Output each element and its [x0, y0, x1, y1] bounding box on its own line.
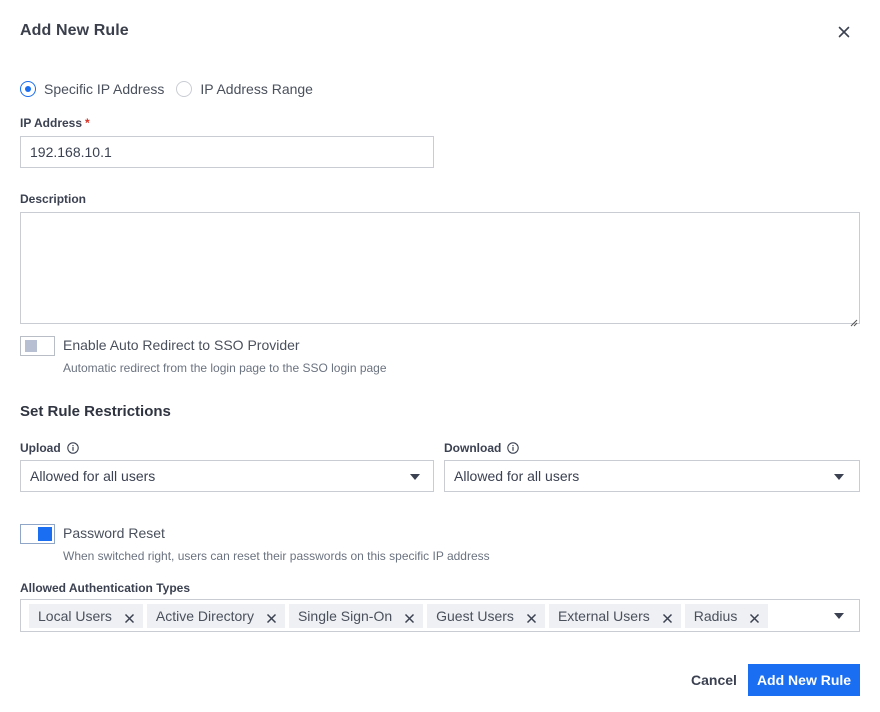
chip-guest-users: Guest Users [427, 604, 545, 628]
remove-chip-icon[interactable] [526, 611, 537, 623]
chip-label: Single Sign-On [297, 608, 393, 624]
remove-chip-icon[interactable] [124, 611, 135, 623]
chip-label: Active Directory [155, 608, 254, 624]
auth-types-label: Allowed Authentication Types [20, 581, 191, 595]
info-icon[interactable] [507, 442, 520, 454]
chevron-down-icon [410, 474, 420, 480]
chip-label: Radius [693, 608, 738, 624]
upload-select[interactable]: Allowed for all users [20, 460, 434, 492]
auto-redirect-label: Enable Auto Redirect to SSO Provider [63, 337, 300, 353]
ip-mode-radio-group: Specific IP Address IP Address Range [20, 80, 325, 98]
password-reset-label: Password Reset [63, 525, 165, 541]
description-textarea[interactable] [20, 212, 860, 324]
info-icon[interactable] [66, 442, 79, 454]
restrictions-title: Set Rule Restrictions [20, 403, 171, 420]
chip-local-users: Local Users [29, 604, 143, 628]
upload-label: Upload [20, 441, 79, 455]
download-label-text: Download [444, 441, 502, 455]
download-label: Download [444, 441, 520, 455]
remove-chip-icon[interactable] [749, 611, 760, 623]
auth-types-multiselect[interactable]: Local Users Active Directory Single Sign… [20, 599, 860, 632]
upload-select-value: Allowed for all users [30, 468, 156, 484]
cancel-button[interactable]: Cancel [684, 664, 744, 696]
chip-radius: Radius [684, 604, 769, 628]
chevron-down-icon[interactable] [834, 613, 844, 619]
add-new-rule-button[interactable]: Add New Rule [748, 664, 860, 696]
chip-label: Local Users [38, 608, 112, 624]
description-label: Description [20, 192, 87, 206]
toggle-knob [25, 340, 37, 352]
radio-button-unchecked[interactable] [176, 81, 193, 97]
remove-chip-icon[interactable] [662, 611, 673, 623]
add-rule-dialog: Add New Rule Specific IP Address IP Addr… [0, 0, 880, 712]
ip-address-input[interactable] [20, 136, 434, 168]
radio-button-checked[interactable] [20, 81, 36, 97]
remove-chip-icon[interactable] [266, 611, 277, 623]
auto-redirect-toggle[interactable] [20, 336, 55, 356]
auto-redirect-helper: Automatic redirect from the login page t… [63, 361, 387, 375]
toggle-knob [38, 527, 52, 541]
radio-label: Specific IP Address [44, 81, 165, 97]
radio-ip-range[interactable]: IP Address Range [176, 81, 313, 97]
remove-chip-icon[interactable] [404, 611, 415, 623]
dialog-title: Add New Rule [20, 22, 129, 39]
close-icon[interactable] [835, 23, 853, 41]
resize-grip-icon[interactable] [850, 314, 858, 327]
chip-label: Guest Users [436, 608, 514, 624]
chevron-down-icon [834, 474, 844, 480]
download-select-value: Allowed for all users [454, 468, 580, 484]
ip-address-label-text: IP Address [20, 116, 83, 130]
chip-external-users: External Users [548, 604, 681, 628]
upload-label-text: Upload [20, 441, 61, 455]
auth-types-chips: Local Users Active Directory Single Sign… [29, 604, 772, 628]
required-marker: * [85, 116, 90, 130]
download-select[interactable]: Allowed for all users [444, 460, 860, 492]
radio-specific-ip[interactable]: Specific IP Address [20, 81, 164, 97]
ip-address-label: IP Address * [20, 116, 90, 130]
chip-single-sign-on: Single Sign-On [288, 604, 424, 628]
password-reset-helper: When switched right, users can reset the… [63, 549, 490, 563]
password-reset-toggle[interactable] [20, 524, 55, 544]
chip-label: External Users [557, 608, 650, 624]
chip-active-directory: Active Directory [146, 604, 285, 628]
radio-label: IP Address Range [200, 81, 313, 97]
